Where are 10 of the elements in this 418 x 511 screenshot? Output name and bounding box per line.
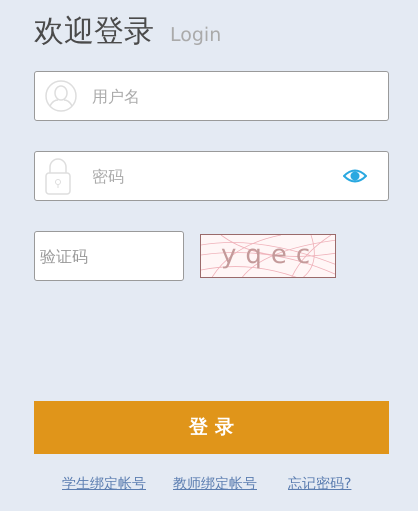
username-field[interactable]: 用户名 — [34, 71, 389, 121]
link[interactable]: 学生绑定帐号 — [62, 474, 146, 495]
password-field[interactable]: 密码 — [34, 151, 389, 201]
link[interactable]: 教师绑定帐号 — [173, 474, 257, 495]
eye-icon[interactable] — [343, 168, 367, 184]
login-button[interactable]: 登 录 — [34, 401, 389, 454]
title: 欢迎登录 — [34, 14, 154, 50]
captcha-field[interactable]: 验证码 — [34, 231, 184, 281]
subtitle: Login — [170, 23, 222, 48]
link[interactable]: 忘记密码? — [288, 474, 352, 495]
